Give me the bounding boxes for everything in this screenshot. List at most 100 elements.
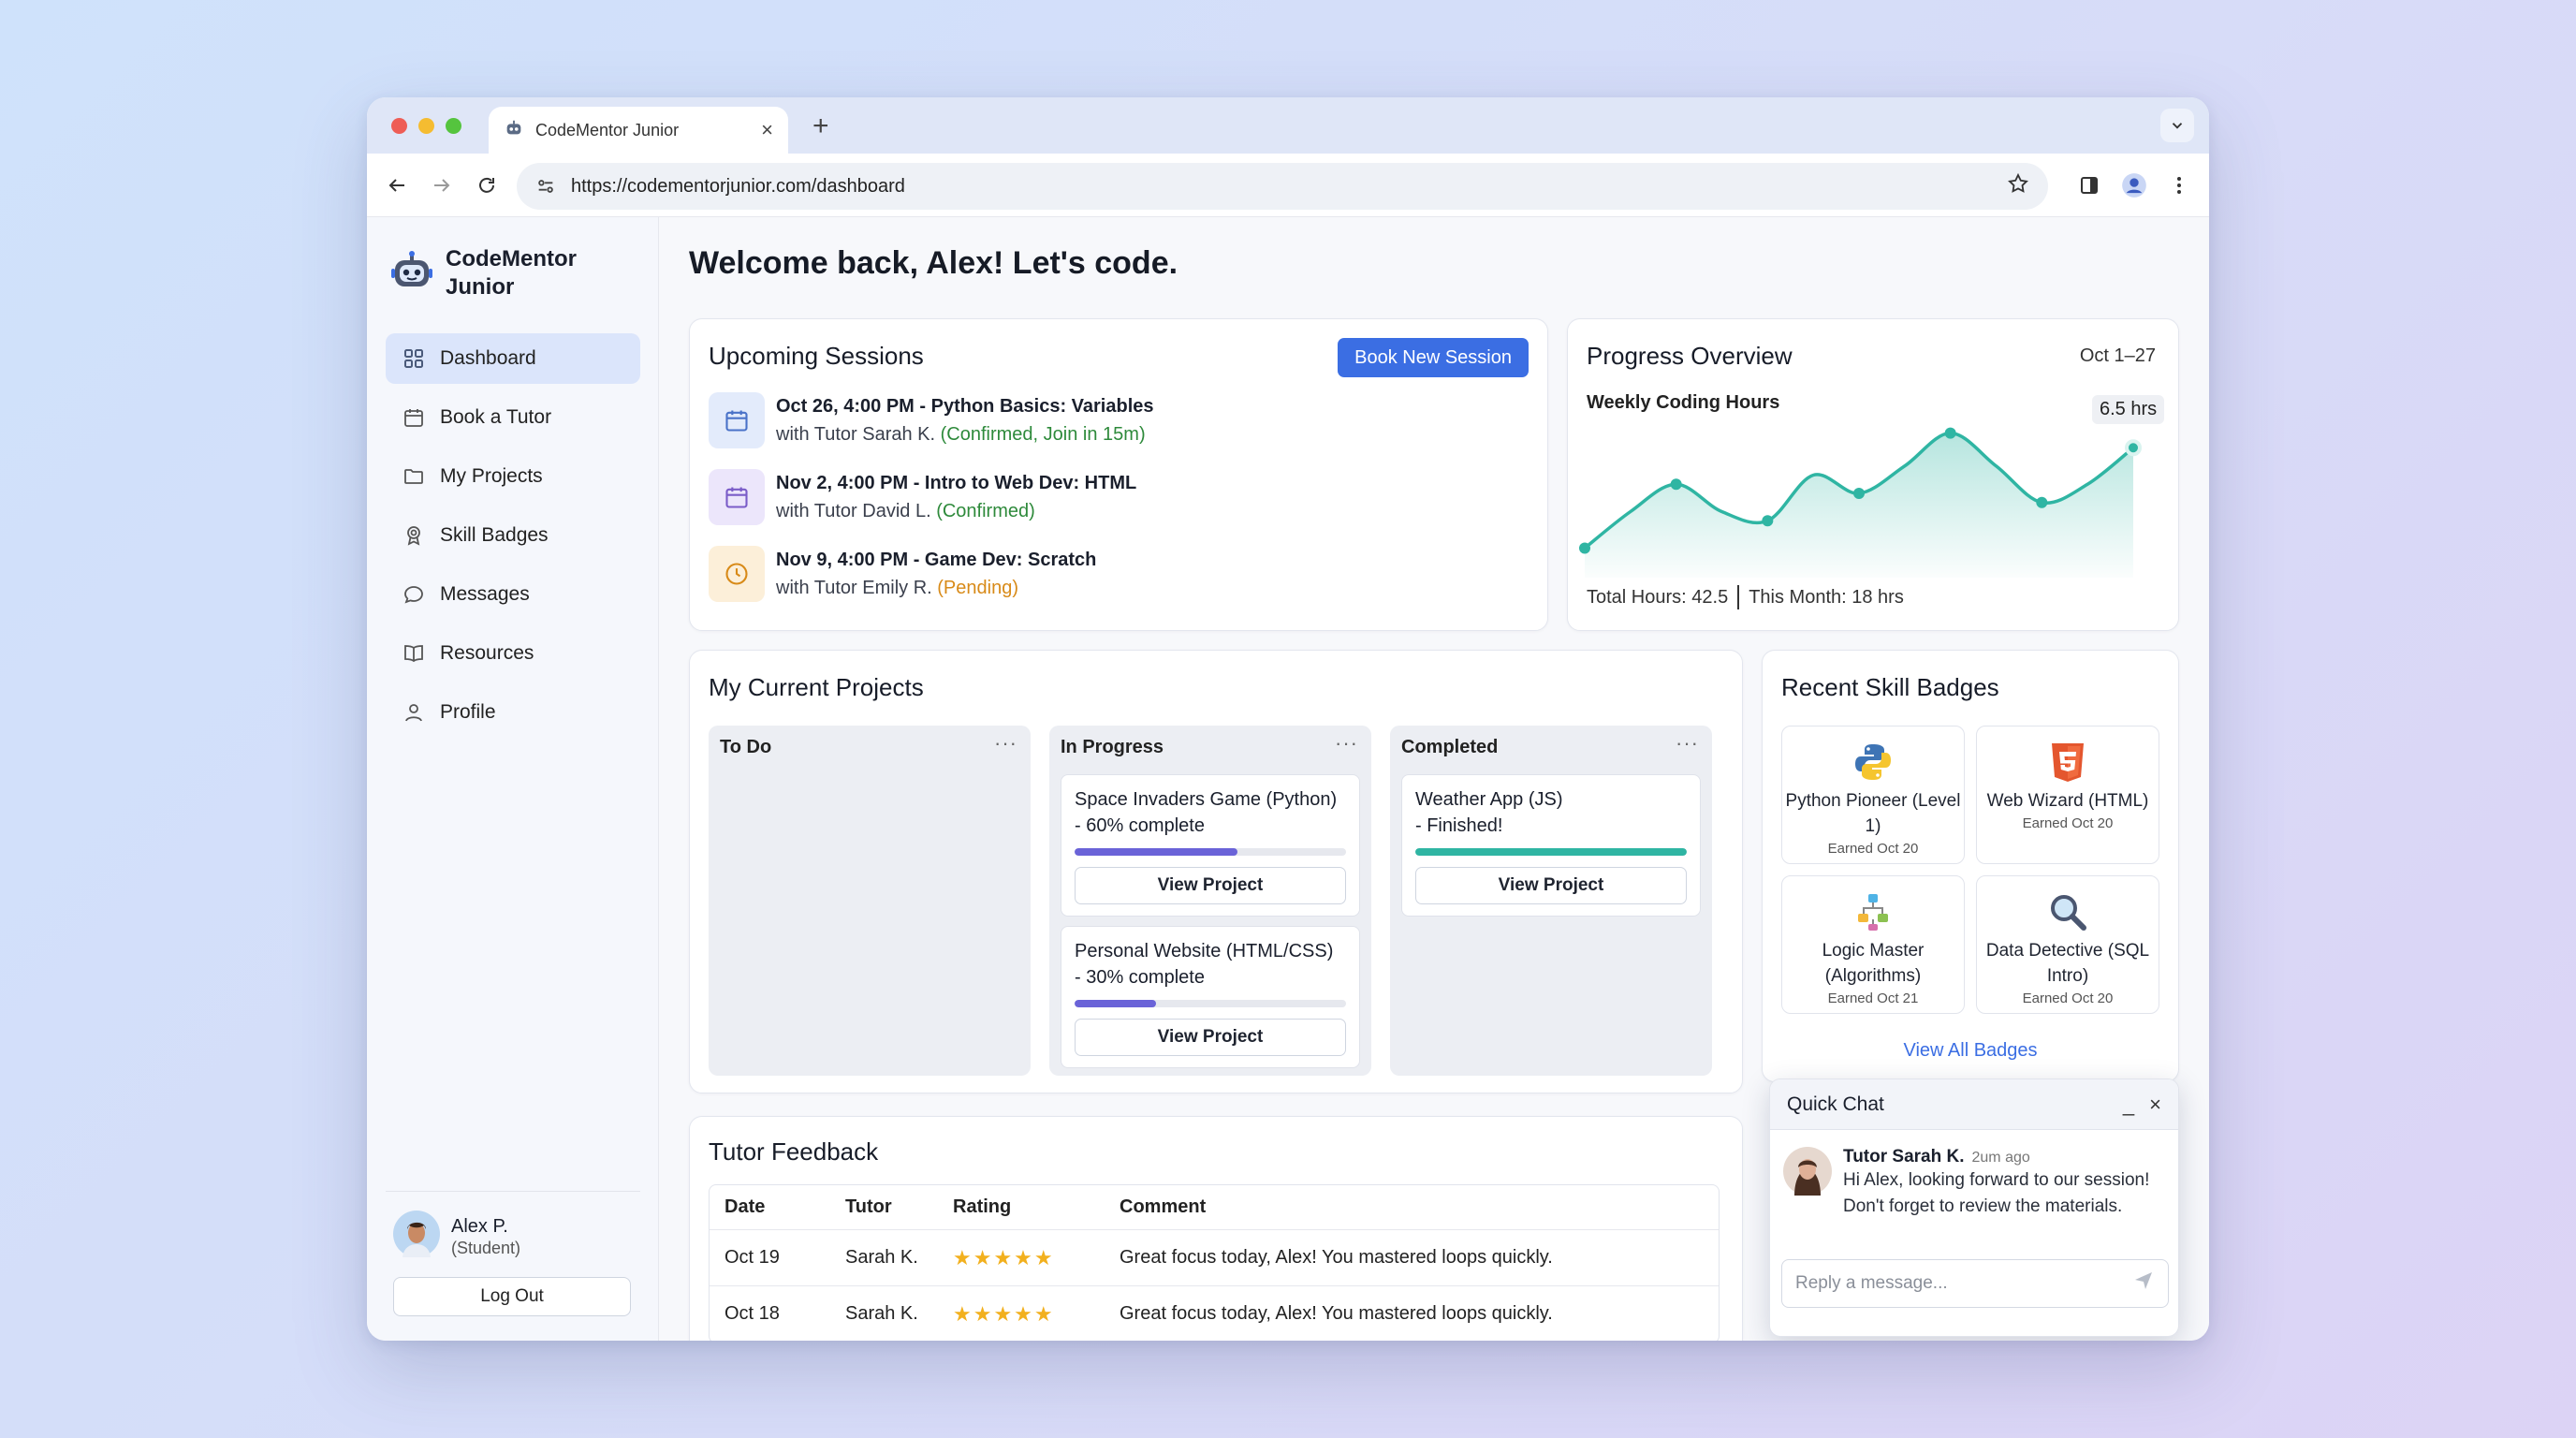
sidebar-item-label: My Projects bbox=[440, 465, 543, 487]
calendar-icon bbox=[709, 392, 765, 448]
project-card[interactable]: Weather App (JS) - Finished! View Projec… bbox=[1401, 774, 1701, 917]
view-all-badges-link[interactable]: View All Badges bbox=[1763, 1040, 2178, 1062]
browser-tab[interactable]: CodeMentor Junior × bbox=[489, 107, 788, 154]
sidebar-item-label: Dashboard bbox=[440, 347, 536, 369]
table-row[interactable]: Oct 19 Sarah K. ★★★★★ Great focus today,… bbox=[710, 1230, 1719, 1286]
more-horiz-icon[interactable]: ··· bbox=[994, 731, 1017, 756]
sidebar-item-dashboard[interactable]: Dashboard bbox=[386, 333, 640, 384]
column-header[interactable]: Comment bbox=[1120, 1196, 1719, 1218]
feedback-table: Date Tutor Rating Comment Oct 19 Sarah K… bbox=[709, 1184, 1720, 1341]
user-panel: Alex P. (Student) Log Out bbox=[386, 1191, 640, 1316]
chart-point[interactable] bbox=[1944, 427, 1956, 439]
more-horiz-icon[interactable]: ··· bbox=[1335, 731, 1358, 756]
sidebar-item-messages[interactable]: Messages bbox=[386, 569, 640, 620]
session-item[interactable]: Nov 2, 4:00 PM - Intro to Web Dev: HTML … bbox=[709, 469, 1136, 525]
close-window-button[interactable] bbox=[391, 118, 407, 134]
grid-icon bbox=[401, 345, 427, 372]
badge-item[interactable]: Data Detective (SQL Intro) Earned Oct 20 bbox=[1976, 875, 2159, 1014]
more-vert-icon[interactable] bbox=[2166, 172, 2192, 198]
view-project-button[interactable]: View Project bbox=[1075, 867, 1346, 904]
sidebar-item-label: Book a Tutor bbox=[440, 406, 552, 428]
project-card[interactable]: Personal Website (HTML/CSS) - 30% comple… bbox=[1061, 926, 1360, 1068]
column-header[interactable]: Tutor bbox=[845, 1196, 953, 1218]
view-project-button[interactable]: View Project bbox=[1075, 1019, 1346, 1056]
main-content: Welcome back, Alex! Let's code. Upcoming… bbox=[659, 217, 2209, 1341]
chart-point[interactable] bbox=[1853, 488, 1865, 499]
sidebar-nav: Dashboard Book a Tutor My Projects Skill… bbox=[386, 333, 640, 746]
view-project-button[interactable]: View Project bbox=[1415, 867, 1687, 904]
minimize-icon[interactable]: _ bbox=[2123, 1093, 2134, 1117]
badge-date: Earned Oct 21 bbox=[1827, 990, 1919, 1006]
badge-date: Earned Oct 20 bbox=[2022, 990, 2114, 1006]
column-header[interactable]: Rating bbox=[953, 1196, 1120, 1218]
badge-item[interactable]: Web Wizard (HTML) Earned Oct 20 bbox=[1976, 726, 2159, 864]
divider bbox=[1737, 585, 1740, 609]
session-title: Nov 9, 4:00 PM - Game Dev: Scratch bbox=[776, 550, 1097, 570]
chat-header: Quick Chat _ × bbox=[1770, 1079, 2178, 1130]
badge-icon bbox=[401, 522, 427, 549]
column-title: Completed bbox=[1401, 737, 1499, 757]
chart-point[interactable] bbox=[2125, 439, 2142, 457]
progress-bar-fill bbox=[1415, 848, 1687, 856]
project-card[interactable]: Space Invaders Game (Python) - 60% compl… bbox=[1061, 774, 1360, 917]
sidebar-item-skill-badges[interactable]: Skill Badges bbox=[386, 510, 640, 561]
message-time: 2um ago bbox=[1971, 1150, 2030, 1166]
quick-chat-panel: Quick Chat _ × Tutor Sarah K. 2um ago Hi … bbox=[1769, 1078, 2179, 1337]
chart-point[interactable] bbox=[1762, 515, 1774, 527]
column-header[interactable]: Date bbox=[710, 1196, 845, 1218]
chat-bubble-icon bbox=[401, 581, 427, 608]
project-status: - Finished! bbox=[1415, 815, 1503, 836]
kanban-column-in-progress: In Progress ··· Space Invaders Game (Pyt… bbox=[1049, 726, 1371, 1076]
magnifier-icon bbox=[1977, 884, 2159, 932]
star-rating: ★★★★★ bbox=[953, 1301, 1055, 1326]
python-icon bbox=[1782, 734, 1964, 783]
user-role: (Student) bbox=[451, 1238, 521, 1257]
avatar[interactable] bbox=[393, 1211, 440, 1262]
new-tab-button[interactable]: + bbox=[812, 110, 829, 142]
star-bookmark-icon[interactable] bbox=[2007, 172, 2029, 200]
more-horiz-icon[interactable]: ··· bbox=[1676, 731, 1699, 756]
session-item[interactable]: Nov 9, 4:00 PM - Game Dev: Scratch with … bbox=[709, 546, 1096, 602]
tab-close-icon[interactable]: × bbox=[761, 118, 773, 142]
brand[interactable]: CodeMentor Junior bbox=[389, 245, 595, 301]
sidebar-item-profile[interactable]: Profile bbox=[386, 687, 640, 738]
minimize-window-button[interactable] bbox=[418, 118, 434, 134]
address-bar[interactable]: https://codementorjunior.com/dashboard bbox=[517, 163, 2048, 210]
chat-title: Quick Chat bbox=[1787, 1093, 1884, 1115]
cell-comment: Great focus today, Alex! You mastered lo… bbox=[1120, 1303, 1553, 1324]
badges-card: Recent Skill Badges Python Pioneer (Leve… bbox=[1762, 650, 2179, 1082]
profile-avatar-icon[interactable] bbox=[2121, 172, 2147, 198]
maximize-window-button[interactable] bbox=[446, 118, 461, 134]
sidebar-item-resources[interactable]: Resources bbox=[386, 628, 640, 679]
chart-point[interactable] bbox=[1670, 478, 1682, 491]
chat-reply-input[interactable]: Reply a message... bbox=[1781, 1259, 2169, 1308]
calendar-icon bbox=[401, 404, 427, 431]
badge-item[interactable]: Logic Master (Algorithms) Earned Oct 21 bbox=[1781, 875, 1965, 1014]
progress-bar bbox=[1075, 848, 1346, 856]
badge-name: Python Pioneer (Level 1) bbox=[1785, 791, 1961, 836]
chevron-down-icon[interactable] bbox=[2160, 109, 2194, 142]
reload-icon[interactable] bbox=[474, 172, 500, 198]
chart-point[interactable] bbox=[2036, 496, 2048, 508]
kanban-column-completed: Completed ··· Weather App (JS) - Finishe… bbox=[1390, 726, 1712, 1076]
folder-icon bbox=[401, 463, 427, 490]
session-item[interactable]: Oct 26, 4:00 PM - Python Basics: Variabl… bbox=[709, 392, 1154, 448]
project-status: - 30% complete bbox=[1075, 967, 1205, 988]
progress-totals: Total Hours: 42.5 This Month: 18 hrs bbox=[1587, 585, 1904, 609]
send-icon[interactable] bbox=[2132, 1269, 2155, 1298]
site-settings-icon[interactable] bbox=[535, 176, 556, 197]
project-title: Weather App (JS) bbox=[1415, 789, 1563, 810]
badge-item[interactable]: Python Pioneer (Level 1) Earned Oct 20 bbox=[1781, 726, 1965, 864]
back-arrow-icon[interactable] bbox=[384, 172, 410, 198]
table-row[interactable]: Oct 18 Sarah K. ★★★★★ Great focus today,… bbox=[710, 1286, 1719, 1341]
sidebar-item-book-a-tutor[interactable]: Book a Tutor bbox=[386, 392, 640, 443]
chart-point[interactable] bbox=[1579, 542, 1590, 554]
side-panel-icon[interactable] bbox=[2076, 172, 2102, 198]
book-new-session-button[interactable]: Book New Session bbox=[1338, 338, 1529, 377]
forward-arrow-icon[interactable] bbox=[429, 172, 455, 198]
total-hours: Total Hours: 42.5 bbox=[1587, 586, 1729, 608]
logout-button[interactable]: Log Out bbox=[393, 1277, 631, 1316]
tab-title: CodeMentor Junior bbox=[535, 120, 680, 139]
sidebar-item-my-projects[interactable]: My Projects bbox=[386, 451, 640, 502]
close-icon[interactable]: × bbox=[2149, 1093, 2161, 1117]
